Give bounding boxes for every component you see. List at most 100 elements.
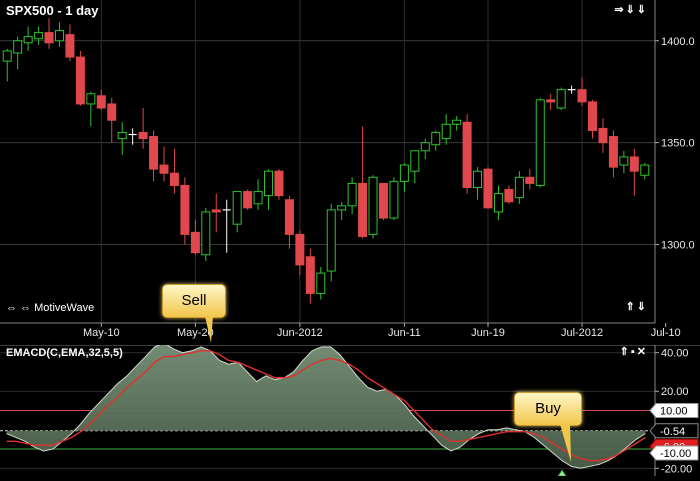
candle [556,87,566,111]
time-axis-label: Jul-10 [651,327,681,339]
arrow-up-icon[interactable]: ⇑ [626,301,637,313]
candle-body [211,209,221,213]
arrow-right-icon[interactable]: ⇒ [614,4,625,16]
candle-body [399,164,409,182]
motivewave-chart-window: 1400.0 1350.0 1300.0 May-10 May-20 Jun-2012 J… [0,0,700,477]
candle-body [619,156,629,166]
candle-body [473,170,483,188]
candle-body [107,103,117,121]
candle-body [483,168,493,209]
time-axis-label: Jun-19 [471,327,505,339]
candle-body [138,131,148,140]
candle-body [337,205,347,211]
candle-body [274,170,284,197]
candle-body [316,272,326,294]
candle-body [149,136,159,170]
candle-body [201,211,211,256]
candle-body [264,170,274,197]
lower-level-badge-label: -10.00 [660,448,691,460]
candle-body [441,123,451,140]
candle-body [556,89,566,109]
candle-body [86,93,96,105]
price-axis-label: 1350.0 [661,138,695,150]
candle-body [577,89,587,103]
candle-body [493,193,503,213]
arrow-up-icon[interactable]: ⇑ [620,346,631,358]
price-panel: 1400.0 1350.0 1300.0 May-10 May-20 Jun-2012 J… [0,0,700,343]
candle-body [44,32,54,44]
candle [180,177,190,245]
candle-body [75,56,85,105]
indicator-chart[interactable]: 40.0020.00-20.0010.00-0.54-6.00-10.00 [0,335,700,477]
candle [483,167,493,209]
close-icon[interactable]: ✕ [637,346,648,358]
candle-body [588,101,598,131]
candle-body [420,142,430,152]
candle-body [253,191,263,205]
price-scroll-controls[interactable]: ⇑⇓ [626,300,648,313]
candle-body [284,199,294,235]
candle [274,169,284,200]
candle-body [96,95,106,109]
candle-body [378,182,388,219]
candle [243,189,253,210]
candle-body [54,30,64,42]
candle-body [535,99,545,186]
time-axis-label: May-20 [177,327,214,339]
candle-body [65,34,75,58]
arrow-down-icon[interactable]: ⇓ [626,4,637,16]
candle-body [452,119,462,125]
candle-body [608,136,618,168]
symbol-title: SPX500 - 1 day [6,3,99,18]
sell-callout-label: Sell [181,292,207,309]
upper-level-badge: 10.00 [649,403,699,418]
candle-body [598,127,608,144]
candle-body [347,182,357,207]
price-panel-controls[interactable]: ⇒⇓⇓ [614,3,648,16]
indicator-axis-label: 20.00 [661,386,689,398]
candle [535,97,545,188]
candle [462,114,472,194]
candle-body [169,172,179,186]
candle-body [117,131,127,140]
candle-body [190,231,200,254]
candle-body [640,164,650,176]
candle-body [525,176,535,184]
candle-body [159,164,169,174]
arrow-down-icon[interactable]: ⇓ [637,301,648,313]
indicator-axis-label: 40.00 [661,348,689,360]
price-chart[interactable]: 1400.0 1350.0 1300.0 May-10 May-20 Jun-2012 J… [0,0,700,343]
candle-body [243,191,253,209]
candle-body [326,209,336,272]
price-axis-area [655,0,700,343]
time-axis-label: Jun-11 [388,327,421,339]
indicator-panel: 40.0020.00-20.0010.00-0.54-6.00-10.00 EM… [0,335,700,477]
buy-marker-icon [557,469,567,477]
logo-text: MotiveWave [34,302,95,314]
candle-body [514,176,524,199]
candle-body [180,184,190,235]
time-axis-label: Jun-2012 [277,327,323,339]
candle-body [232,191,242,225]
lower-level-badge: -10.00 [649,445,699,461]
price-axis-label: 1400.0 [661,36,695,48]
arrows-icon: ⇔ ⇔ [6,302,32,314]
upper-level-badge-label: 10.00 [660,406,688,418]
time-axis-label: Jul-2012 [561,327,603,339]
price-plot-area [0,0,655,323]
candle-body [389,180,399,219]
candle-body [431,131,441,146]
candle-body [546,99,556,103]
time-axis-label: May-10 [83,327,120,339]
indicator-panel-controls[interactable]: ⇑▪✕ [620,345,648,358]
zero-level-badge: -0.54 [649,423,699,439]
candle-body [13,40,23,54]
price-axis-label: 1300.0 [661,240,695,252]
buy-callout-label: Buy [535,400,561,417]
candle [389,177,399,221]
motivewave-logo: ⇔ ⇔ MotiveWave [6,302,94,314]
zero-level-badge-label: -0.54 [660,426,685,438]
buy-callout: Buy [514,392,582,426]
sell-callout: Sell [162,284,226,318]
arrow-down-icon[interactable]: ⇓ [637,4,648,16]
